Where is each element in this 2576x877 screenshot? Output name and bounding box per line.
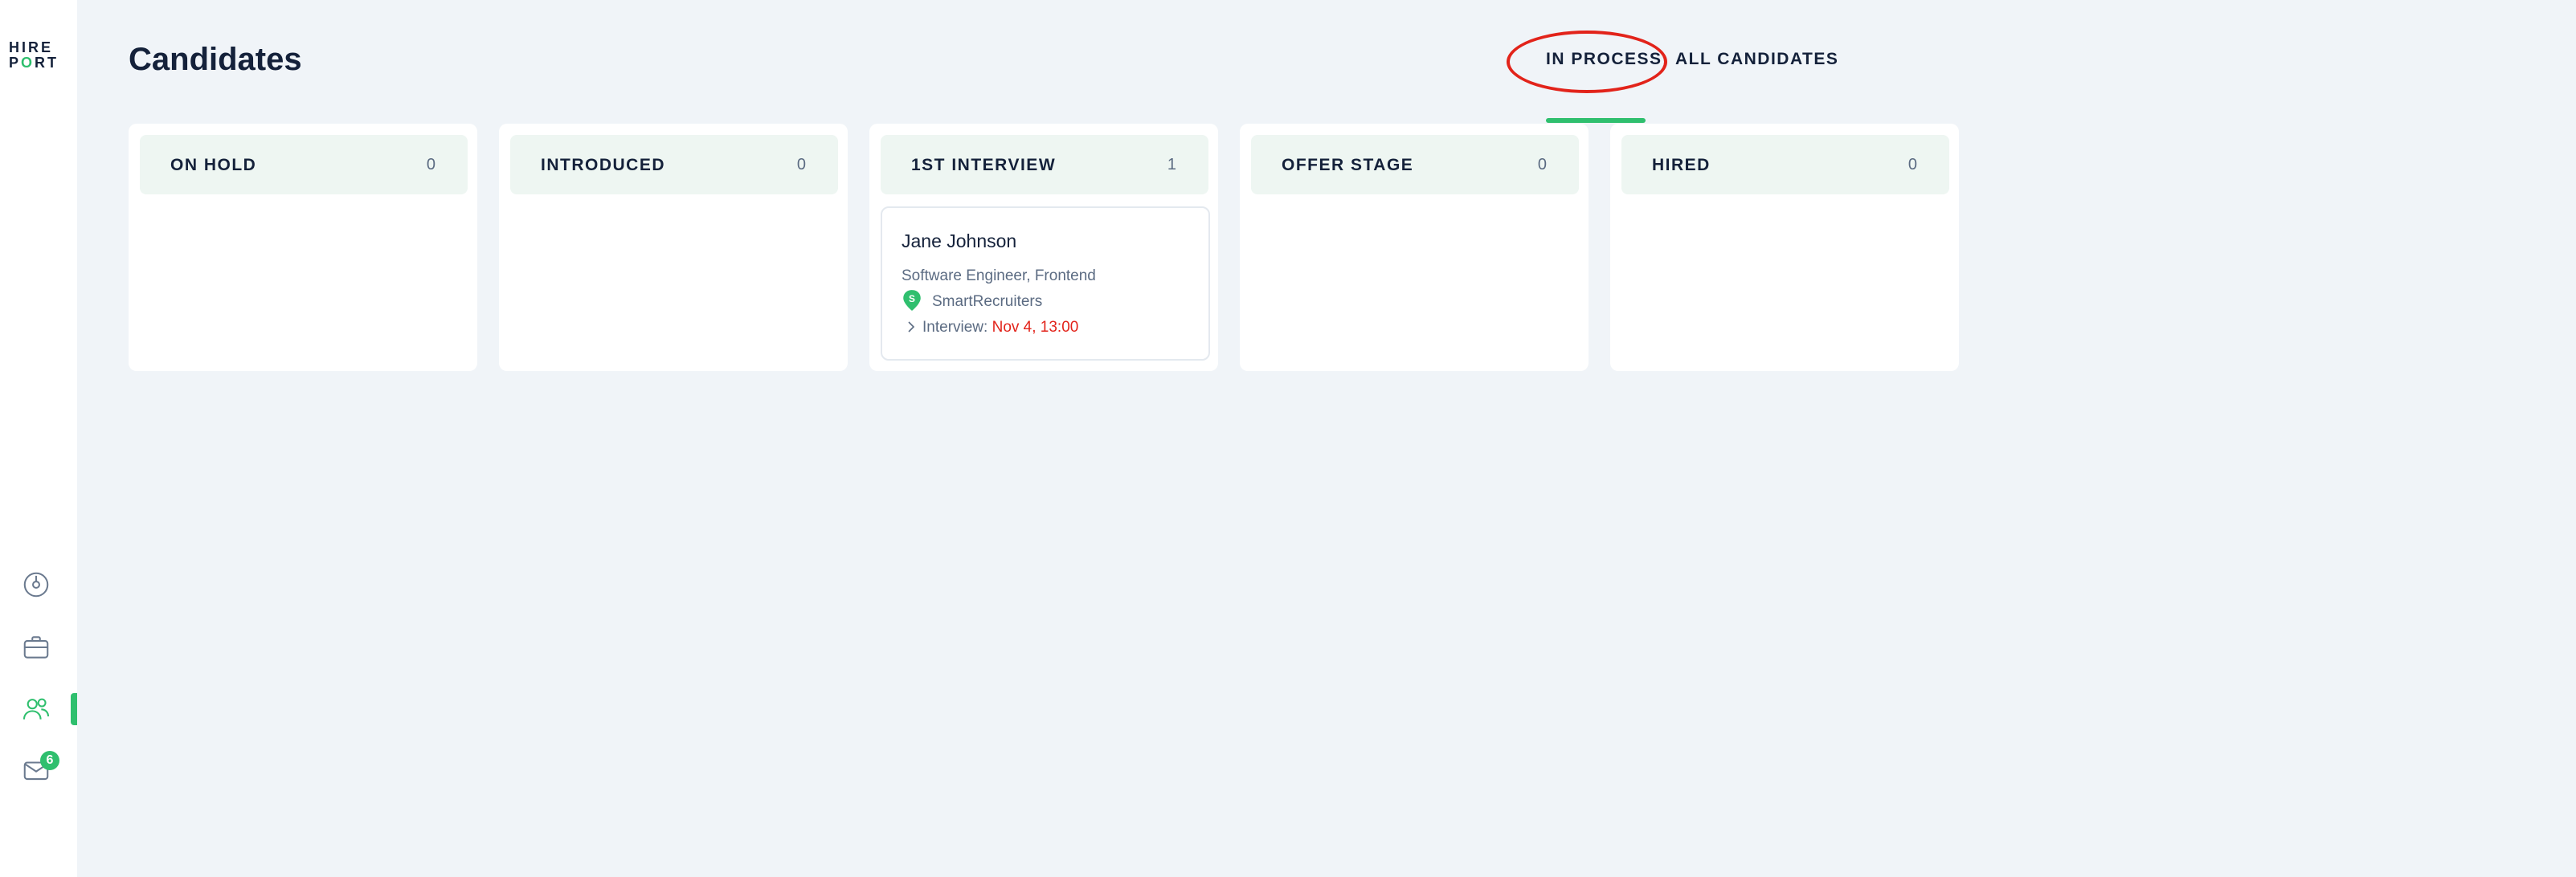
column-title: 1ST INTERVIEW [911,156,1057,174]
column-title: INTRODUCED [541,156,665,174]
svg-text:S: S [909,293,915,304]
column-header[interactable]: ON HOLD 0 [140,135,468,194]
interview-date: Nov 4, 13:00 [992,319,1079,336]
candidate-card[interactable]: Jane Johnson Software Engineer, Frontend… [881,206,1210,361]
interview-label: Interview: [922,319,992,336]
column-title: ON HOLD [170,156,257,174]
active-nav-indicator [71,693,77,725]
messages-count-badge: 6 [40,751,59,770]
page-title: Candidates [129,42,302,77]
nav-candidates[interactable] [19,692,53,726]
column-on-hold: ON HOLD 0 [129,124,477,371]
column-hired: HIRED 0 [1610,124,1959,371]
column-count: 1 [1167,156,1176,173]
candidates-icon [22,698,50,720]
column-header[interactable]: OFFER STAGE 0 [1251,135,1579,194]
column-count: 0 [1907,156,1917,173]
candidate-role: Software Engineer, Frontend [902,267,1096,284]
hireport-logo[interactable]: HIRE PORT [9,40,65,71]
candidate-name: Jane Johnson [902,230,1017,251]
column-count: 0 [1537,156,1547,173]
column-header[interactable]: HIRED 0 [1621,135,1949,194]
logo-line-1: HIRE [9,39,54,55]
dashboard-icon [23,572,49,598]
sidebar: HIRE PORT 6 [0,0,77,877]
briefcase-icon [23,636,49,659]
tab-in-process[interactable]: IN PROCESS [1546,50,1662,69]
nav-dashboard[interactable] [19,568,53,602]
column-title: HIRED [1652,156,1711,174]
column-count: 0 [796,156,806,173]
logo-line-2: PORT [9,55,59,71]
chevron-right-icon [908,321,915,332]
column-header[interactable]: 1ST INTERVIEW 1 [881,135,1208,194]
interview-info: Interview: Nov 4, 13:00 [922,319,1078,337]
candidate-source: SmartRecruiters [932,293,1043,310]
column-1st-interview: 1ST INTERVIEW 1 Jane Johnson Software En… [869,124,1218,371]
column-count: 0 [426,156,435,173]
column-header[interactable]: INTRODUCED 0 [510,135,838,194]
column-title: OFFER STAGE [1282,156,1414,174]
tab-all-candidates[interactable]: ALL CANDIDATES [1675,50,1838,69]
column-introduced: INTRODUCED 0 [499,124,848,371]
column-offer-stage: OFFER STAGE 0 [1240,124,1589,371]
smartrecruiters-icon: S [903,290,921,311]
nav-jobs[interactable] [19,630,53,664]
active-tab-underline [1546,118,1646,123]
